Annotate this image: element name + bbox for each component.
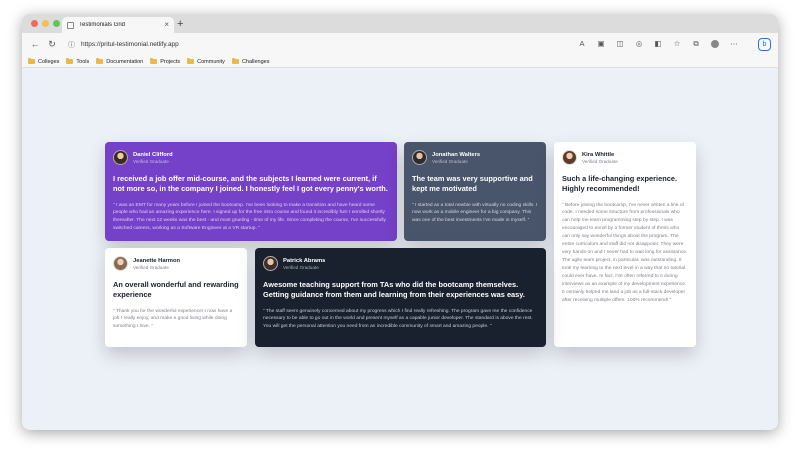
testimonial-card-jonathan: Jonathan Walters Verified Graduate The t…: [404, 142, 546, 241]
avatar: [113, 150, 128, 165]
active-tab[interactable]: Testimonials Grid ×: [62, 17, 174, 33]
avatar: [113, 256, 128, 271]
testimonial-body: “ I started as a total newbie with virtu…: [412, 202, 538, 224]
person-name: Jonathan Walters: [432, 151, 481, 158]
folder-icon: [28, 58, 35, 64]
maximize-window-button[interactable]: [53, 20, 60, 27]
person-name: Patrick Abrams: [283, 257, 326, 264]
testimonial-headline: Such a life-changing experience. Highly …: [562, 174, 677, 193]
bookmark-community[interactable]: Community: [187, 58, 225, 65]
app-icon[interactable]: ▣: [597, 39, 605, 49]
new-tab-button[interactable]: +: [177, 17, 183, 31]
testimonial-headline: An overall wonderful and rewarding exper…: [113, 280, 239, 299]
info-icon[interactable]: ⓘ: [68, 40, 75, 50]
person-name: Daniel Clifford: [133, 151, 173, 158]
bing-icon[interactable]: b: [758, 38, 771, 51]
bookmark-colleges[interactable]: Colleges: [28, 58, 59, 65]
bookmark-tools[interactable]: Tools: [66, 58, 89, 65]
bookmark-documentation[interactable]: Documentation: [96, 58, 143, 65]
folder-icon: [96, 58, 104, 64]
more-icon[interactable]: ⋯: [730, 39, 738, 49]
minimize-window-button[interactable]: [42, 20, 49, 27]
testimonial-body: “ I was an EMT for many years before I j…: [113, 202, 386, 232]
testimonials-grid: Daniel Clifford Verified Graduate I rece…: [22, 68, 778, 430]
testimonial-headline: Awesome teaching support from TAs who di…: [263, 280, 525, 299]
tab-strip: Testimonials Grid × +: [22, 14, 778, 33]
refresh-icon[interactable]: ↻: [45, 39, 59, 50]
folder-icon: [150, 58, 158, 64]
person-role: Verified Graduate: [432, 158, 468, 164]
avatar: [562, 150, 577, 165]
testimonial-card-patrick: Patrick Abrams Verified Graduate Awesome…: [255, 248, 546, 347]
folder-icon: [66, 58, 74, 64]
person-role: Verified Graduate: [283, 264, 319, 270]
back-arrow-icon[interactable]: ←: [28, 39, 42, 50]
testimonial-body: “ Before joining the bootcamp, I've neve…: [562, 202, 688, 303]
testimonial-card-kira: Kira Whittle Verified Graduate Such a li…: [554, 142, 696, 347]
testimonial-headline: The team was very supportive and kept me…: [412, 174, 533, 193]
read-aloud-icon[interactable]: A: [578, 39, 586, 49]
avatar: [263, 256, 278, 271]
url-text: https://pritul-testimonial.netlify.app: [81, 41, 179, 48]
bookmark-challenges[interactable]: Challenges: [231, 58, 269, 65]
folder-icon: [231, 58, 239, 64]
folder-icon: [187, 58, 195, 64]
page-icon: [67, 21, 74, 29]
favorites-icon[interactable]: ☆: [673, 39, 681, 49]
close-icon[interactable]: ×: [164, 21, 169, 29]
person-name: Kira Whittle: [582, 151, 615, 158]
testimonial-card-jeanette: Jeanette Harmon Verified Graduate An ove…: [105, 248, 247, 347]
window-controls: [31, 20, 60, 27]
copilot-icon[interactable]: ◎: [635, 39, 643, 49]
split-screen-icon[interactable]: ◧: [654, 39, 662, 49]
testimonial-body: “ The staff seem genuinely concerned abo…: [263, 308, 533, 330]
testimonial-body: “ Thank you for the wonderful experience…: [113, 308, 233, 330]
person-role: Verified Graduate: [133, 158, 169, 164]
close-window-button[interactable]: [31, 20, 38, 27]
person-role: Verified Graduate: [582, 158, 618, 164]
avatar: [412, 150, 427, 165]
extension-icon[interactable]: ◫: [616, 39, 624, 49]
person-role: Verified Graduate: [133, 264, 169, 270]
tab-title: Testimonials Grid: [79, 22, 126, 28]
person-name: Jeanette Harmon: [133, 257, 181, 264]
bookmarks-bar: Colleges Tools Documentation Projects Co…: [22, 56, 778, 68]
profile-avatar[interactable]: [711, 40, 719, 48]
testimonial-card-daniel: Daniel Clifford Verified Graduate I rece…: [105, 142, 397, 241]
testimonial-headline: I received a job offer mid-course, and t…: [113, 174, 388, 193]
collections-icon[interactable]: ⧉: [692, 39, 700, 49]
bookmark-projects[interactable]: Projects: [150, 58, 180, 65]
browser-window: Testimonials Grid × + ← ↻ ⓘ https://prit…: [22, 14, 778, 430]
toolbar: ← ↻ ⓘ https://pritul-testimonial.netlify…: [22, 33, 778, 56]
address-bar[interactable]: ⓘ https://pritul-testimonial.netlify.app: [68, 37, 628, 52]
